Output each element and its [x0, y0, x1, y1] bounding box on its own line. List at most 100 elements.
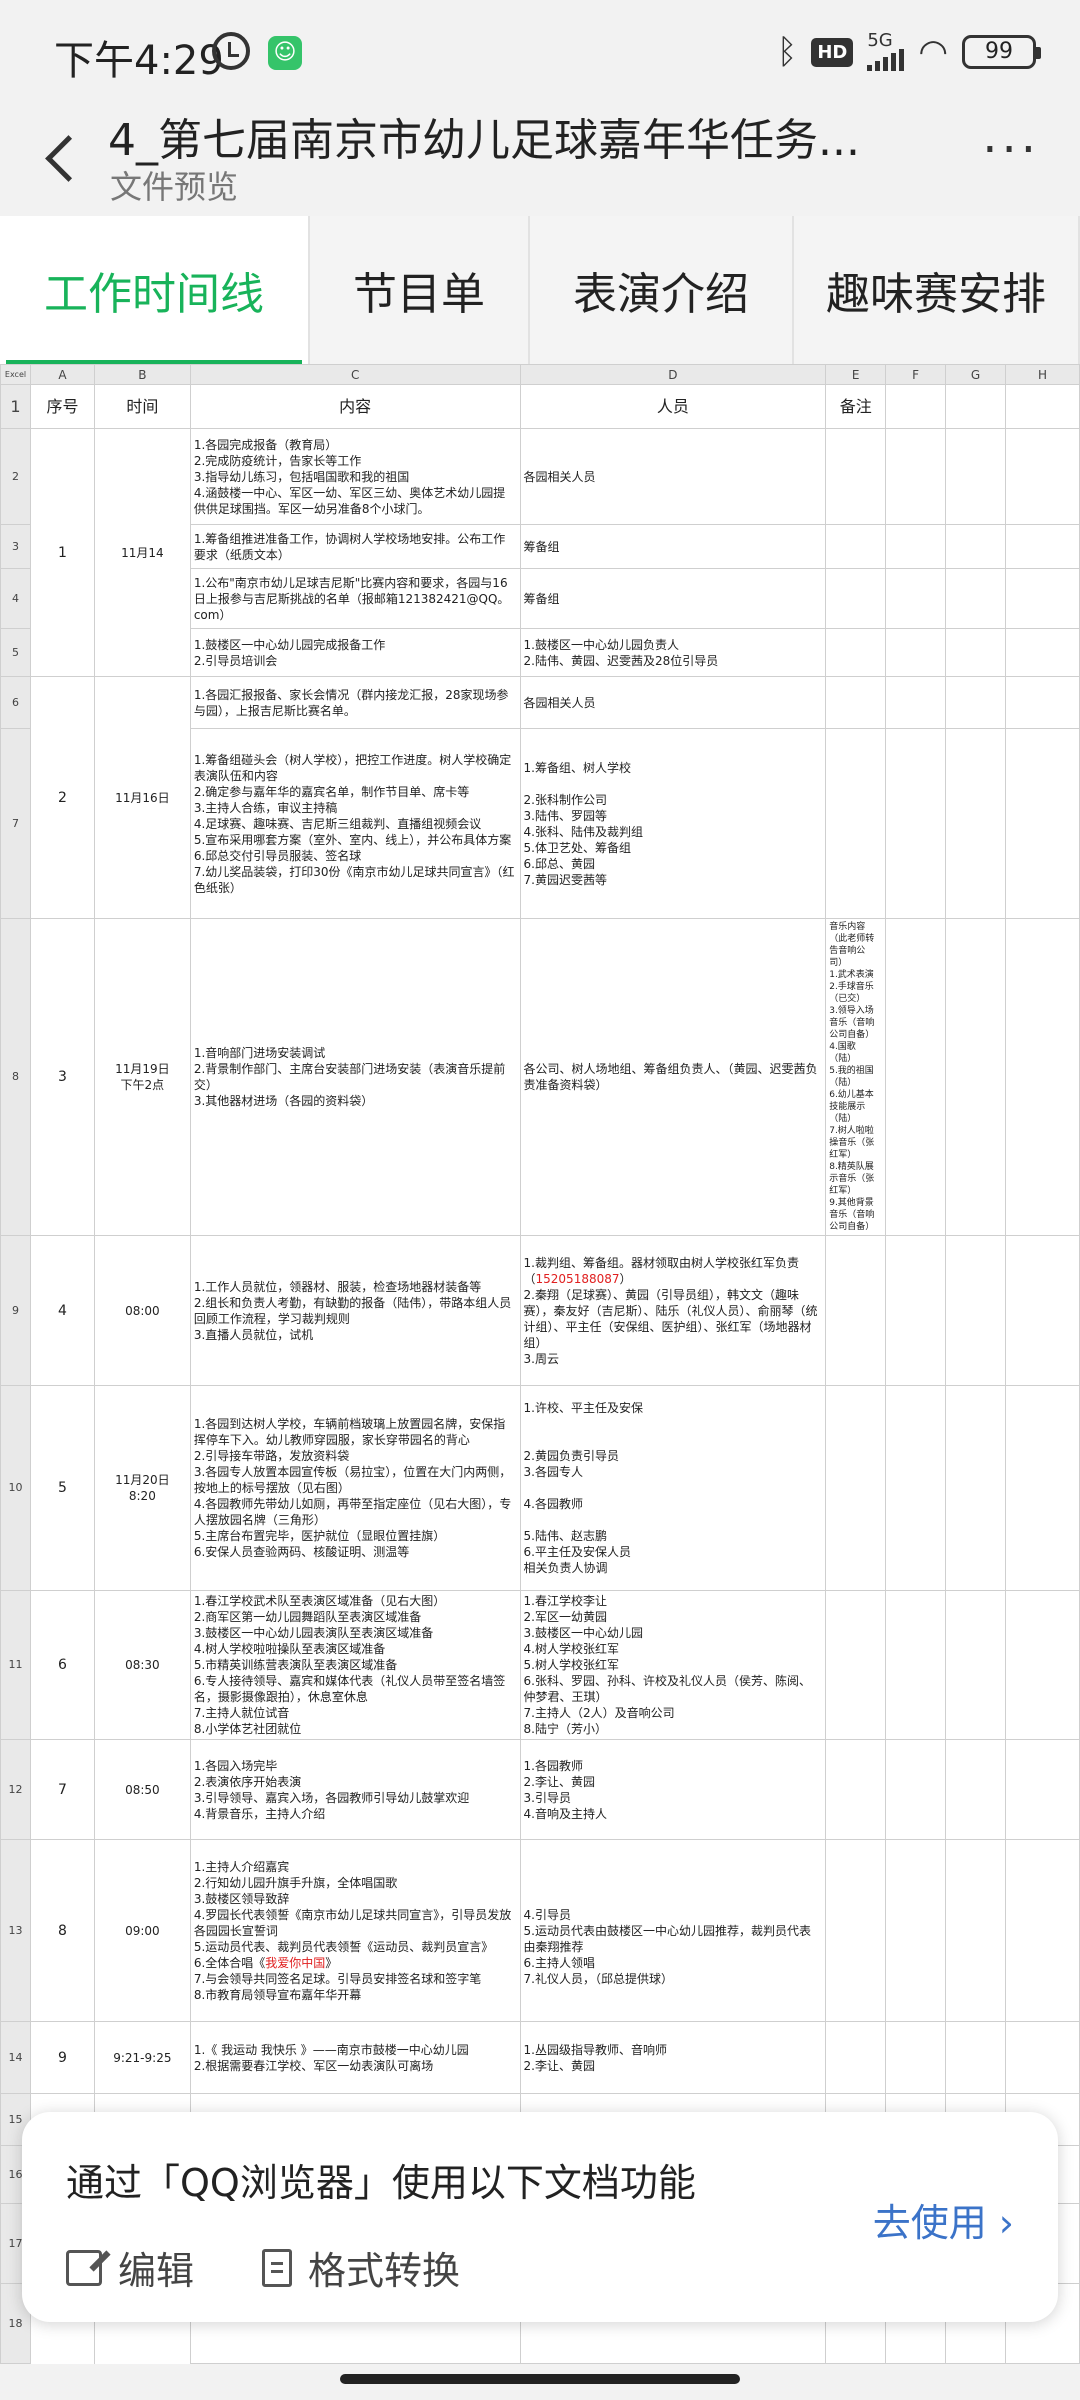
cell-time[interactable]: 08:00 [93, 1235, 191, 1386]
empty-cell[interactable] [885, 428, 947, 525]
cell-staff[interactable] [519, 2363, 827, 2364]
cell-staff[interactable]: 各园相关人员 [519, 676, 827, 729]
empty-cell[interactable] [945, 1235, 1007, 1386]
format-convert-button[interactable]: 格式转换 [262, 2240, 460, 2295]
row-number[interactable]: 19 [0, 2363, 31, 2364]
empty-cell[interactable] [1005, 1590, 1080, 1740]
edit-button[interactable]: 编辑 [66, 2240, 194, 2295]
column-header[interactable]: C [189, 364, 521, 385]
row-number[interactable]: 2 [0, 428, 31, 525]
empty-cell[interactable] [1005, 1235, 1080, 1386]
empty-cell[interactable] [1005, 1739, 1080, 1840]
empty-cell[interactable] [945, 568, 1007, 629]
tab-work-timeline[interactable]: 工作时间线 [0, 216, 310, 364]
cell-content[interactable]: 1.工作人员就位，领器材、服装，检查场地器材装备等 2.组长和负责人考勤，有缺勤的… [189, 1235, 521, 1386]
cell-content[interactable]: 3.园教师全程跟随，直至比赛结束，带回座位 [189, 2363, 521, 2364]
row-number[interactable]: 11 [0, 1590, 31, 1740]
empty-cell[interactable] [945, 1839, 1007, 2022]
row-number[interactable]: 8 [0, 918, 31, 1236]
empty-cell[interactable] [1005, 428, 1080, 525]
cell-seq[interactable]: 4 [29, 1235, 95, 1386]
empty-cell[interactable] [1005, 918, 1080, 1236]
empty-cell[interactable] [1005, 676, 1080, 729]
cell-remark[interactable] [825, 524, 887, 569]
cell-time[interactable]: 08:50 [93, 1739, 191, 1840]
empty-cell[interactable] [1005, 2363, 1080, 2364]
cell-time[interactable]: 11月16日 [93, 676, 191, 919]
cell-staff[interactable]: 1.各园教师 2.李让、黄园 3.引导员 4.音响及主持人 [519, 1739, 827, 1840]
cell-staff[interactable]: 1.许校、平主任及安保 2.黄园负责引导员 3.各园专人 4.各园教师 5.陆伟、赵志鹏… [519, 1385, 827, 1591]
cell-content[interactable]: 1.主持人介绍嘉宾 2.行知幼儿园升旗手升旗，全体唱国歌 3.鼓楼区领导致辞 4.罗园… [189, 1839, 521, 2022]
cell-time[interactable]: 11月19日 下午2点 [93, 918, 191, 1236]
header-seq[interactable]: 序号 [29, 384, 95, 429]
cell-remark[interactable] [825, 1590, 887, 1740]
cell-seq[interactable]: 7 [29, 1739, 95, 1840]
cell-time[interactable]: 09:00 [93, 1839, 191, 2022]
cell-remark[interactable] [825, 1739, 887, 1840]
cell-content[interactable]: 1.各园入场完毕 2.表演依序开始表演 3.引导领导、嘉宾入场，各园教师引导幼儿鼓掌… [189, 1739, 521, 1840]
empty-cell[interactable] [1005, 628, 1080, 677]
cell-staff[interactable]: 1.裁判组、筹备组。器材领取由树人学校张红军负责（15205188087） 2.秦… [519, 1235, 827, 1386]
spreadsheet-view[interactable]: Excel A B C D E F G H 1 序号 时间 内容 人员 备注 2… [0, 364, 1080, 2364]
column-header[interactable]: B [93, 364, 191, 385]
row-number[interactable]: 6 [0, 676, 31, 729]
empty-cell[interactable] [945, 428, 1007, 525]
cell-content[interactable]: 1.《 我运动 我快乐 》——南京市鼓楼一中心幼儿园 2.根据需要春江学校、军区一… [189, 2021, 521, 2094]
cell-remark[interactable] [825, 1235, 887, 1386]
cell-seq[interactable]: 9 [29, 2021, 95, 2094]
empty-cell[interactable] [945, 1739, 1007, 1840]
cell-remark[interactable] [825, 728, 887, 919]
cell-staff[interactable]: 1.春江学校李让 2.军区一幼黄园 3.鼓楼区一中心幼儿园 4.树人学校张红军 5.树人… [519, 1590, 827, 1740]
cell-remark[interactable] [825, 428, 887, 525]
cell-staff[interactable]: 4.引导员 5.运动员代表由鼓楼区一中心幼儿园推荐，裁判员代表由秦翔推荐 6.主持人… [519, 1839, 827, 2022]
cell-content[interactable]: 1.筹备组推进准备工作，协调树人学校场地安排。公布工作要求（纸质文本） [189, 524, 521, 569]
empty-cell[interactable] [945, 1590, 1007, 1740]
more-options-icon[interactable]: ··· [982, 122, 1040, 178]
cell-content[interactable]: 1.各园到达树人学校，车辆前档玻璃上放置园名牌，安保指挥停车下入。幼儿教师穿园服… [189, 1385, 521, 1591]
row-number[interactable]: 10 [0, 1385, 31, 1591]
empty-cell[interactable] [945, 676, 1007, 729]
empty-cell[interactable] [945, 628, 1007, 677]
column-header[interactable]: A [29, 364, 95, 385]
row-number[interactable]: 12 [0, 1739, 31, 1840]
empty-cell[interactable] [1005, 2021, 1080, 2094]
header-remark[interactable]: 备注 [825, 384, 887, 429]
row-number[interactable]: 14 [0, 2021, 31, 2094]
cell-remark[interactable] [825, 676, 887, 729]
empty-cell[interactable] [885, 628, 947, 677]
empty-cell[interactable] [945, 2021, 1007, 2094]
empty-cell[interactable] [885, 1235, 947, 1386]
cell-staff[interactable]: 筹备组 [519, 568, 827, 629]
empty-cell[interactable] [1005, 568, 1080, 629]
empty-cell[interactable] [945, 1385, 1007, 1591]
cell-content[interactable]: 1.公布"南京市幼儿足球吉尼斯"比赛内容和要求，各园与16日上报参与吉尼斯挑战的… [189, 568, 521, 629]
cell-remark[interactable] [825, 628, 887, 677]
empty-cell[interactable] [945, 2363, 1007, 2364]
header-staff[interactable]: 人员 [519, 384, 827, 429]
tab-fun-games[interactable]: 趣味赛安排 [794, 216, 1080, 364]
cell-seq[interactable]: 5 [29, 1385, 95, 1591]
empty-cell[interactable] [885, 1590, 947, 1740]
row-number[interactable]: 7 [0, 728, 31, 919]
empty-cell[interactable] [885, 2021, 947, 2094]
cell-seq[interactable]: 8 [29, 1839, 95, 2022]
tab-performance-intro[interactable]: 表演介绍 [530, 216, 794, 364]
cell-staff[interactable]: 1.丛园级指导教师、音响师 2.李让、黄园 [519, 2021, 827, 2094]
cell-content[interactable]: 1.春江学校武术队至表演区域准备（见右大图） 2.商军区第一幼儿园舞蹈队至表演区域… [189, 1590, 521, 1740]
empty-cell[interactable] [1005, 1839, 1080, 2022]
cell-seq[interactable]: 6 [29, 1590, 95, 1740]
row-number[interactable]: 3 [0, 524, 31, 569]
column-header[interactable]: F [885, 364, 947, 385]
tab-program-list[interactable]: 节目单 [310, 216, 530, 364]
empty-cell[interactable] [1005, 1385, 1080, 1591]
empty-cell[interactable] [885, 918, 947, 1236]
empty-cell[interactable] [885, 728, 947, 919]
go-use-button[interactable]: 去使用 › [873, 2192, 1014, 2247]
cell-content[interactable]: 1.各园汇报报备、家长会情况（群内接龙汇报，28家现场参与园），上报吉尼斯比赛名… [189, 676, 521, 729]
cell-remark[interactable] [825, 2363, 887, 2364]
column-header[interactable]: D [519, 364, 827, 385]
cell-staff[interactable]: 筹备组 [519, 524, 827, 569]
cell-remark[interactable]: 音乐内容（此老师转告音响公司） 1.武术表演 2.手球音乐（已交） 3.领导入场音乐（… [825, 918, 887, 1236]
cell-seq[interactable]: 3 [29, 918, 95, 1236]
home-indicator[interactable] [340, 2374, 740, 2384]
